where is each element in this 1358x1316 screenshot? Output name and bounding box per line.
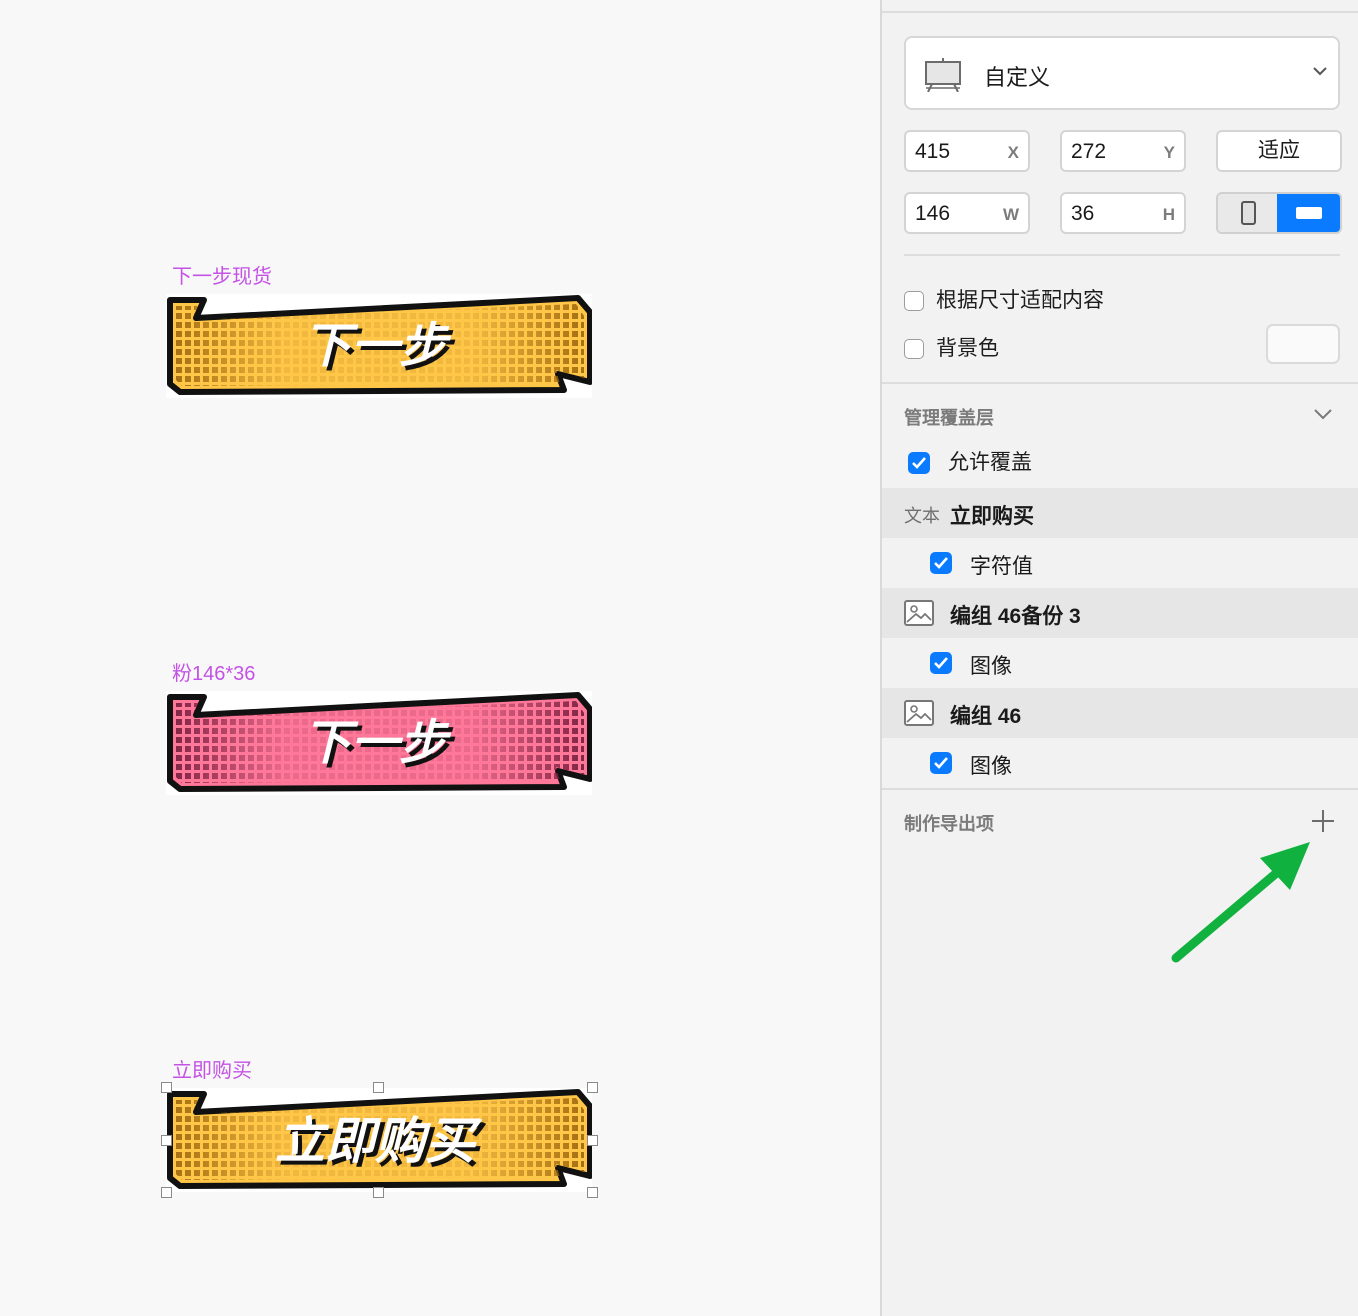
- landscape-icon: [1296, 207, 1322, 219]
- override-layer-row[interactable]: 文本 立即购买: [882, 488, 1358, 538]
- resize-handle-bottom[interactable]: [373, 1187, 384, 1198]
- resize-handle-bottom-left[interactable]: [161, 1187, 172, 1198]
- override-checkbox[interactable]: [930, 552, 970, 574]
- height-field[interactable]: 36 H: [1060, 192, 1186, 234]
- allow-override-label: 允许覆盖: [948, 451, 1032, 474]
- allow-override-option[interactable]: 允许覆盖: [908, 446, 1032, 476]
- preset-label: 自定义: [984, 65, 1051, 90]
- override-layer-row[interactable]: 编组 46: [882, 688, 1358, 738]
- resize-handle-left[interactable]: [161, 1135, 172, 1146]
- override-property-label: 字符值: [970, 555, 1033, 578]
- override-property-label: 图像: [970, 755, 1012, 778]
- override-checkbox[interactable]: [930, 652, 970, 674]
- divider: [904, 254, 1340, 256]
- override-property-row[interactable]: 图像: [882, 638, 1358, 688]
- divider: [882, 788, 1358, 790]
- override-property-label: 图像: [970, 655, 1012, 678]
- override-property-row[interactable]: 字符值: [882, 538, 1358, 588]
- design-canvas[interactable]: 下一步现货 下一步 下一步 粉146*36 下一步 下一步 立即购买 立即购买 …: [0, 0, 880, 1316]
- resize-content-label: 根据尺寸适配内容: [936, 289, 1104, 312]
- divider: [882, 382, 1358, 384]
- resize-handle-top-left[interactable]: [161, 1082, 172, 1093]
- x-field[interactable]: 415 X: [904, 130, 1030, 172]
- layer-name: 立即购买: [950, 505, 1034, 528]
- comic-button-graphic: 立即购买 立即购买: [166, 1088, 592, 1192]
- override-layer-row[interactable]: 编组 46备份 3: [882, 588, 1358, 638]
- annotation-arrow-icon: [1168, 838, 1318, 973]
- portrait-button[interactable]: [1218, 194, 1279, 232]
- artboard-icon: [924, 58, 962, 97]
- background-option[interactable]: 背景色: [904, 332, 999, 362]
- x-value: 415: [915, 140, 951, 163]
- artboard-label[interactable]: 下一步现货: [172, 260, 272, 289]
- chevron-down-icon[interactable]: [1312, 406, 1334, 427]
- resize-content-checkbox[interactable]: [904, 291, 924, 312]
- overrides-section-title: 管理覆盖层: [904, 408, 994, 428]
- height-value: 36: [1071, 202, 1095, 225]
- background-label: 背景色: [936, 337, 999, 360]
- x-unit: X: [1007, 143, 1019, 162]
- fit-button[interactable]: 适应: [1216, 130, 1342, 172]
- width-value: 146: [915, 202, 951, 225]
- artboard-button-image-selected[interactable]: 立即购买 立即购买: [166, 1088, 592, 1192]
- landscape-button[interactable]: [1277, 194, 1340, 232]
- y-unit: Y: [1163, 143, 1175, 162]
- y-value: 272: [1071, 140, 1107, 163]
- comic-button-graphic: 下一步 下一步: [166, 691, 592, 795]
- allow-override-checkbox[interactable]: [908, 452, 930, 475]
- artboard-label[interactable]: 粉146*36: [172, 657, 255, 686]
- override-checkbox[interactable]: [930, 752, 970, 774]
- override-property-row[interactable]: 图像: [882, 738, 1358, 788]
- layer-name: 编组 46备份 3: [950, 605, 1081, 628]
- image-icon: [904, 600, 934, 631]
- resize-content-option[interactable]: 根据尺寸适配内容: [904, 284, 1104, 314]
- artboard-button-image[interactable]: 下一步 下一步: [166, 294, 592, 398]
- inspector-panel: 自定义 415 X 272 Y 适应 146 W 36 H 根据尺寸适配内容 背…: [880, 0, 1358, 1316]
- resize-handle-top-right[interactable]: [587, 1082, 598, 1093]
- text-layer-tag: 文本: [904, 506, 940, 526]
- divider: [882, 11, 1358, 13]
- comic-button-graphic: 下一步 下一步: [166, 294, 592, 398]
- preset-dropdown[interactable]: 自定义: [904, 36, 1340, 110]
- orientation-toggle[interactable]: [1216, 192, 1342, 234]
- plus-icon[interactable]: [1310, 808, 1336, 839]
- background-checkbox[interactable]: [904, 339, 924, 360]
- portrait-icon: [1241, 201, 1256, 225]
- resize-handle-top[interactable]: [373, 1082, 384, 1093]
- resize-handle-right[interactable]: [587, 1135, 598, 1146]
- button-text: 下一步: [303, 320, 452, 373]
- artboard-label[interactable]: 立即购买: [172, 1054, 252, 1083]
- export-section-title: 制作导出项: [904, 814, 994, 834]
- button-text: 下一步: [303, 717, 452, 770]
- layer-name: 编组 46: [950, 705, 1022, 728]
- width-unit: W: [1002, 205, 1019, 224]
- height-unit: H: [1162, 205, 1175, 224]
- chevron-down-icon: [1312, 64, 1328, 82]
- image-icon: [904, 700, 934, 731]
- resize-handle-bottom-right[interactable]: [587, 1187, 598, 1198]
- button-text: 立即购买: [275, 1113, 483, 1169]
- width-field[interactable]: 146 W: [904, 192, 1030, 234]
- background-color-swatch[interactable]: [1266, 324, 1340, 364]
- artboard-button-image[interactable]: 下一步 下一步: [166, 691, 592, 795]
- y-field[interactable]: 272 Y: [1060, 130, 1186, 172]
